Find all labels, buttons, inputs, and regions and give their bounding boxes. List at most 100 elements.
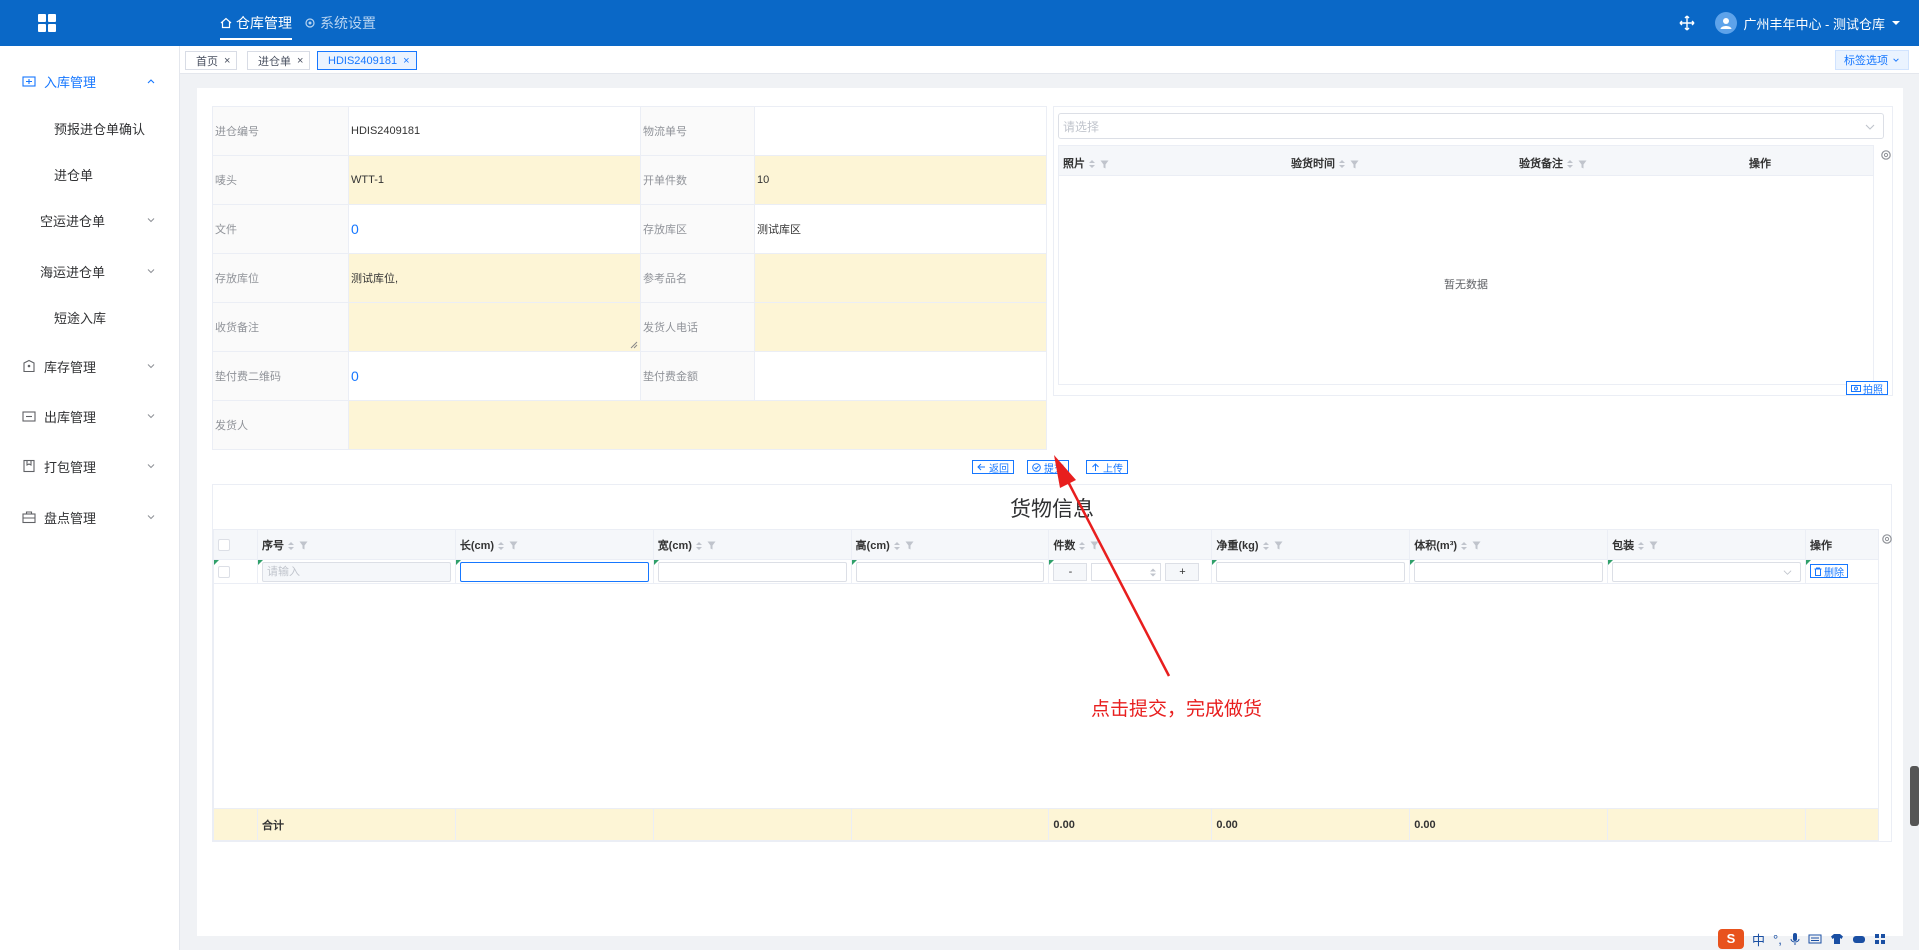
column-header[interactable]: 验货时间 xyxy=(1291,155,1359,171)
qty-input[interactable] xyxy=(1091,562,1162,581)
filter-icon[interactable] xyxy=(1350,160,1359,169)
sidebar-item-packing[interactable]: 打包管理 xyxy=(0,446,180,486)
sidebar-item-outbound[interactable]: 出库管理 xyxy=(0,396,180,436)
filter-icon[interactable] xyxy=(1100,160,1109,169)
sort-icon[interactable] xyxy=(1088,159,1096,169)
filter-icon[interactable] xyxy=(1649,541,1658,550)
column-header[interactable]: 长(cm) xyxy=(454,529,654,560)
filter-icon[interactable] xyxy=(707,541,716,550)
column-header[interactable]: 件数 xyxy=(1048,529,1213,560)
ime-logo[interactable]: S xyxy=(1718,929,1744,949)
filter-icon[interactable] xyxy=(509,541,518,550)
sort-icon[interactable] xyxy=(287,541,295,551)
sort-icon[interactable] xyxy=(695,541,703,551)
tab-home[interactable]: 首页 × xyxy=(185,51,238,70)
seq-input[interactable]: 请输入 xyxy=(261,561,451,582)
sidebar-item-forecast-confirm[interactable]: 预报进仓单确认 xyxy=(0,108,180,148)
sidebar-item-short-inbound[interactable]: 短途入库 xyxy=(0,297,180,337)
ime-punct[interactable]: °, xyxy=(1773,932,1782,947)
chevron-down-icon xyxy=(147,414,155,419)
nav-system-settings[interactable]: 系统设置 xyxy=(304,0,376,46)
settings-gear-icon[interactable] xyxy=(1881,533,1893,545)
tag-options-button[interactable]: 标签选项 xyxy=(1835,50,1909,70)
ime-mode[interactable]: 中 xyxy=(1752,930,1765,949)
sort-icon[interactable] xyxy=(1460,541,1468,551)
sidebar-item-stocktake[interactable]: 盘点管理 xyxy=(0,497,180,537)
filter-icon[interactable] xyxy=(1578,160,1587,169)
mark-field[interactable]: WTT-1 xyxy=(348,155,641,205)
sort-icon[interactable] xyxy=(1338,159,1346,169)
width-input[interactable] xyxy=(657,561,847,582)
weight-input[interactable] xyxy=(1216,561,1406,582)
spinner-icon[interactable] xyxy=(1149,567,1157,578)
column-header[interactable]: 宽(cm) xyxy=(652,529,852,560)
shipper-phone-field[interactable] xyxy=(754,302,1047,352)
tab-hdis2409181[interactable]: HDIS2409181 × xyxy=(317,51,417,70)
close-icon[interactable]: × xyxy=(297,55,303,67)
column-header[interactable]: 包装 xyxy=(1607,529,1806,560)
reference-name-field[interactable] xyxy=(754,253,1047,303)
sort-icon[interactable] xyxy=(893,541,901,551)
volume-input[interactable] xyxy=(1414,561,1604,582)
upload-button[interactable]: 上传 xyxy=(1086,460,1128,475)
delete-button[interactable]: 删除 xyxy=(1809,564,1848,579)
shirt-icon[interactable] xyxy=(1830,933,1844,945)
length-input[interactable] xyxy=(459,561,649,582)
filter-icon[interactable] xyxy=(1472,541,1481,550)
keyboard-icon[interactable] xyxy=(1808,933,1822,945)
inspection-select[interactable]: 请选择 xyxy=(1058,113,1884,139)
filter-icon[interactable] xyxy=(299,541,308,550)
qrcode-count-link[interactable]: 0 xyxy=(351,368,359,384)
sort-icon[interactable] xyxy=(1078,541,1086,551)
sidebar-label: 出库管理 xyxy=(44,409,97,425)
ime-toolbar: S 中 °, xyxy=(1718,928,1886,950)
close-icon[interactable]: × xyxy=(403,55,409,67)
settings-gear-icon[interactable] xyxy=(1880,149,1892,161)
sidebar-label: 打包管理 xyxy=(44,459,97,475)
scroll-handle[interactable] xyxy=(1910,766,1919,826)
column-header[interactable]: 体积(m³) xyxy=(1409,529,1609,560)
sort-icon[interactable] xyxy=(1637,541,1645,551)
column-header[interactable]: 净重(kg) xyxy=(1211,529,1411,560)
sidebar-item-air-order[interactable]: 空运进仓单 xyxy=(0,200,180,240)
column-header[interactable]: 序号 xyxy=(256,529,456,560)
sidebar-item-sea-order[interactable]: 海运进仓单 xyxy=(0,251,180,291)
resize-handle-icon[interactable] xyxy=(630,341,638,349)
sidebar-item-inbound[interactable]: 入库管理 xyxy=(0,61,180,101)
row-checkbox[interactable] xyxy=(218,565,230,578)
sidebar-item-warehouse-order[interactable]: 进仓单 xyxy=(0,154,180,194)
close-icon[interactable]: × xyxy=(224,55,230,67)
qty-plus-button[interactable]: + xyxy=(1165,562,1200,581)
sort-icon[interactable] xyxy=(1566,159,1574,169)
microphone-icon[interactable] xyxy=(1790,932,1800,946)
apps-grid-icon[interactable] xyxy=(38,14,56,32)
height-input[interactable] xyxy=(855,561,1045,582)
sort-icon[interactable] xyxy=(497,541,505,551)
user-menu[interactable]: 广州丰年中心 - 测试仓库 xyxy=(1715,12,1901,34)
qty-minus-button[interactable]: - xyxy=(1053,562,1088,581)
sort-icon[interactable] xyxy=(1262,541,1270,551)
column-header[interactable]: 验货备注 xyxy=(1519,155,1587,171)
filter-icon[interactable] xyxy=(905,541,914,550)
tab-warehouse-order[interactable]: 进仓单 × xyxy=(247,51,311,70)
package-select[interactable] xyxy=(1612,561,1801,582)
move-icon[interactable] xyxy=(1679,15,1695,31)
column-header[interactable]: 照片 xyxy=(1063,155,1109,171)
select-all-checkbox[interactable] xyxy=(218,538,230,551)
grid-icon[interactable] xyxy=(1874,933,1886,945)
sidebar-item-inventory[interactable]: 库存管理 xyxy=(0,346,180,386)
top-right: 广州丰年中心 - 测试仓库 xyxy=(1679,0,1901,46)
back-button[interactable]: 返回 xyxy=(972,460,1014,475)
column-header[interactable]: 高(cm) xyxy=(850,529,1050,560)
file-count-link[interactable]: 0 xyxy=(351,221,359,237)
storage-location-field[interactable]: 测试库位, xyxy=(348,253,641,303)
receipt-remark-textarea[interactable] xyxy=(348,302,641,352)
filter-icon[interactable] xyxy=(1090,541,1099,550)
shipper-field[interactable] xyxy=(348,400,1047,450)
submit-button[interactable]: 提交 xyxy=(1027,460,1069,475)
filter-icon[interactable] xyxy=(1274,541,1283,550)
order-qty-field[interactable]: 10 xyxy=(754,155,1047,205)
nav-warehouse-management[interactable]: 仓库管理 xyxy=(220,0,292,46)
gamepad-icon[interactable] xyxy=(1852,933,1866,945)
photo-button[interactable]: 拍照 xyxy=(1846,381,1888,396)
